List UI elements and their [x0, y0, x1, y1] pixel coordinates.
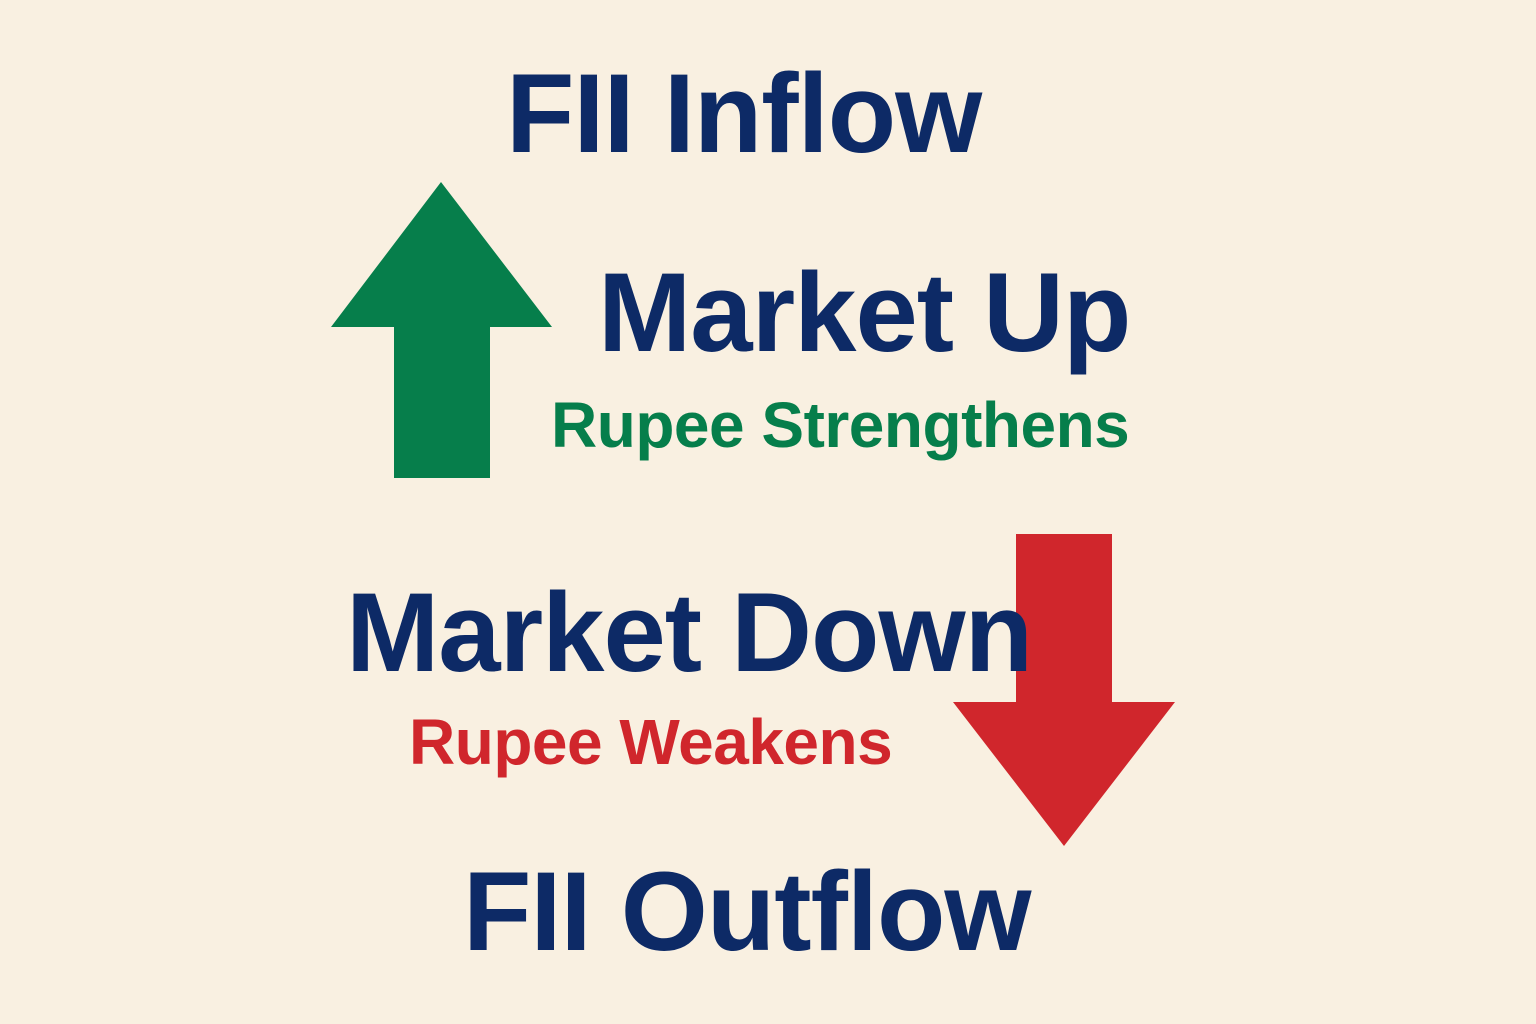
market-up-label: Market Up	[598, 250, 1131, 375]
rupee-weakens-label: Rupee Weakens	[409, 706, 893, 778]
market-down-label: Market Down	[346, 570, 1033, 695]
fii-inflow-label: FII Inflow	[506, 51, 982, 176]
fii-outflow-label: FII Outflow	[463, 849, 1032, 974]
rupee-strengthens-label: Rupee Strengthens	[551, 389, 1130, 461]
